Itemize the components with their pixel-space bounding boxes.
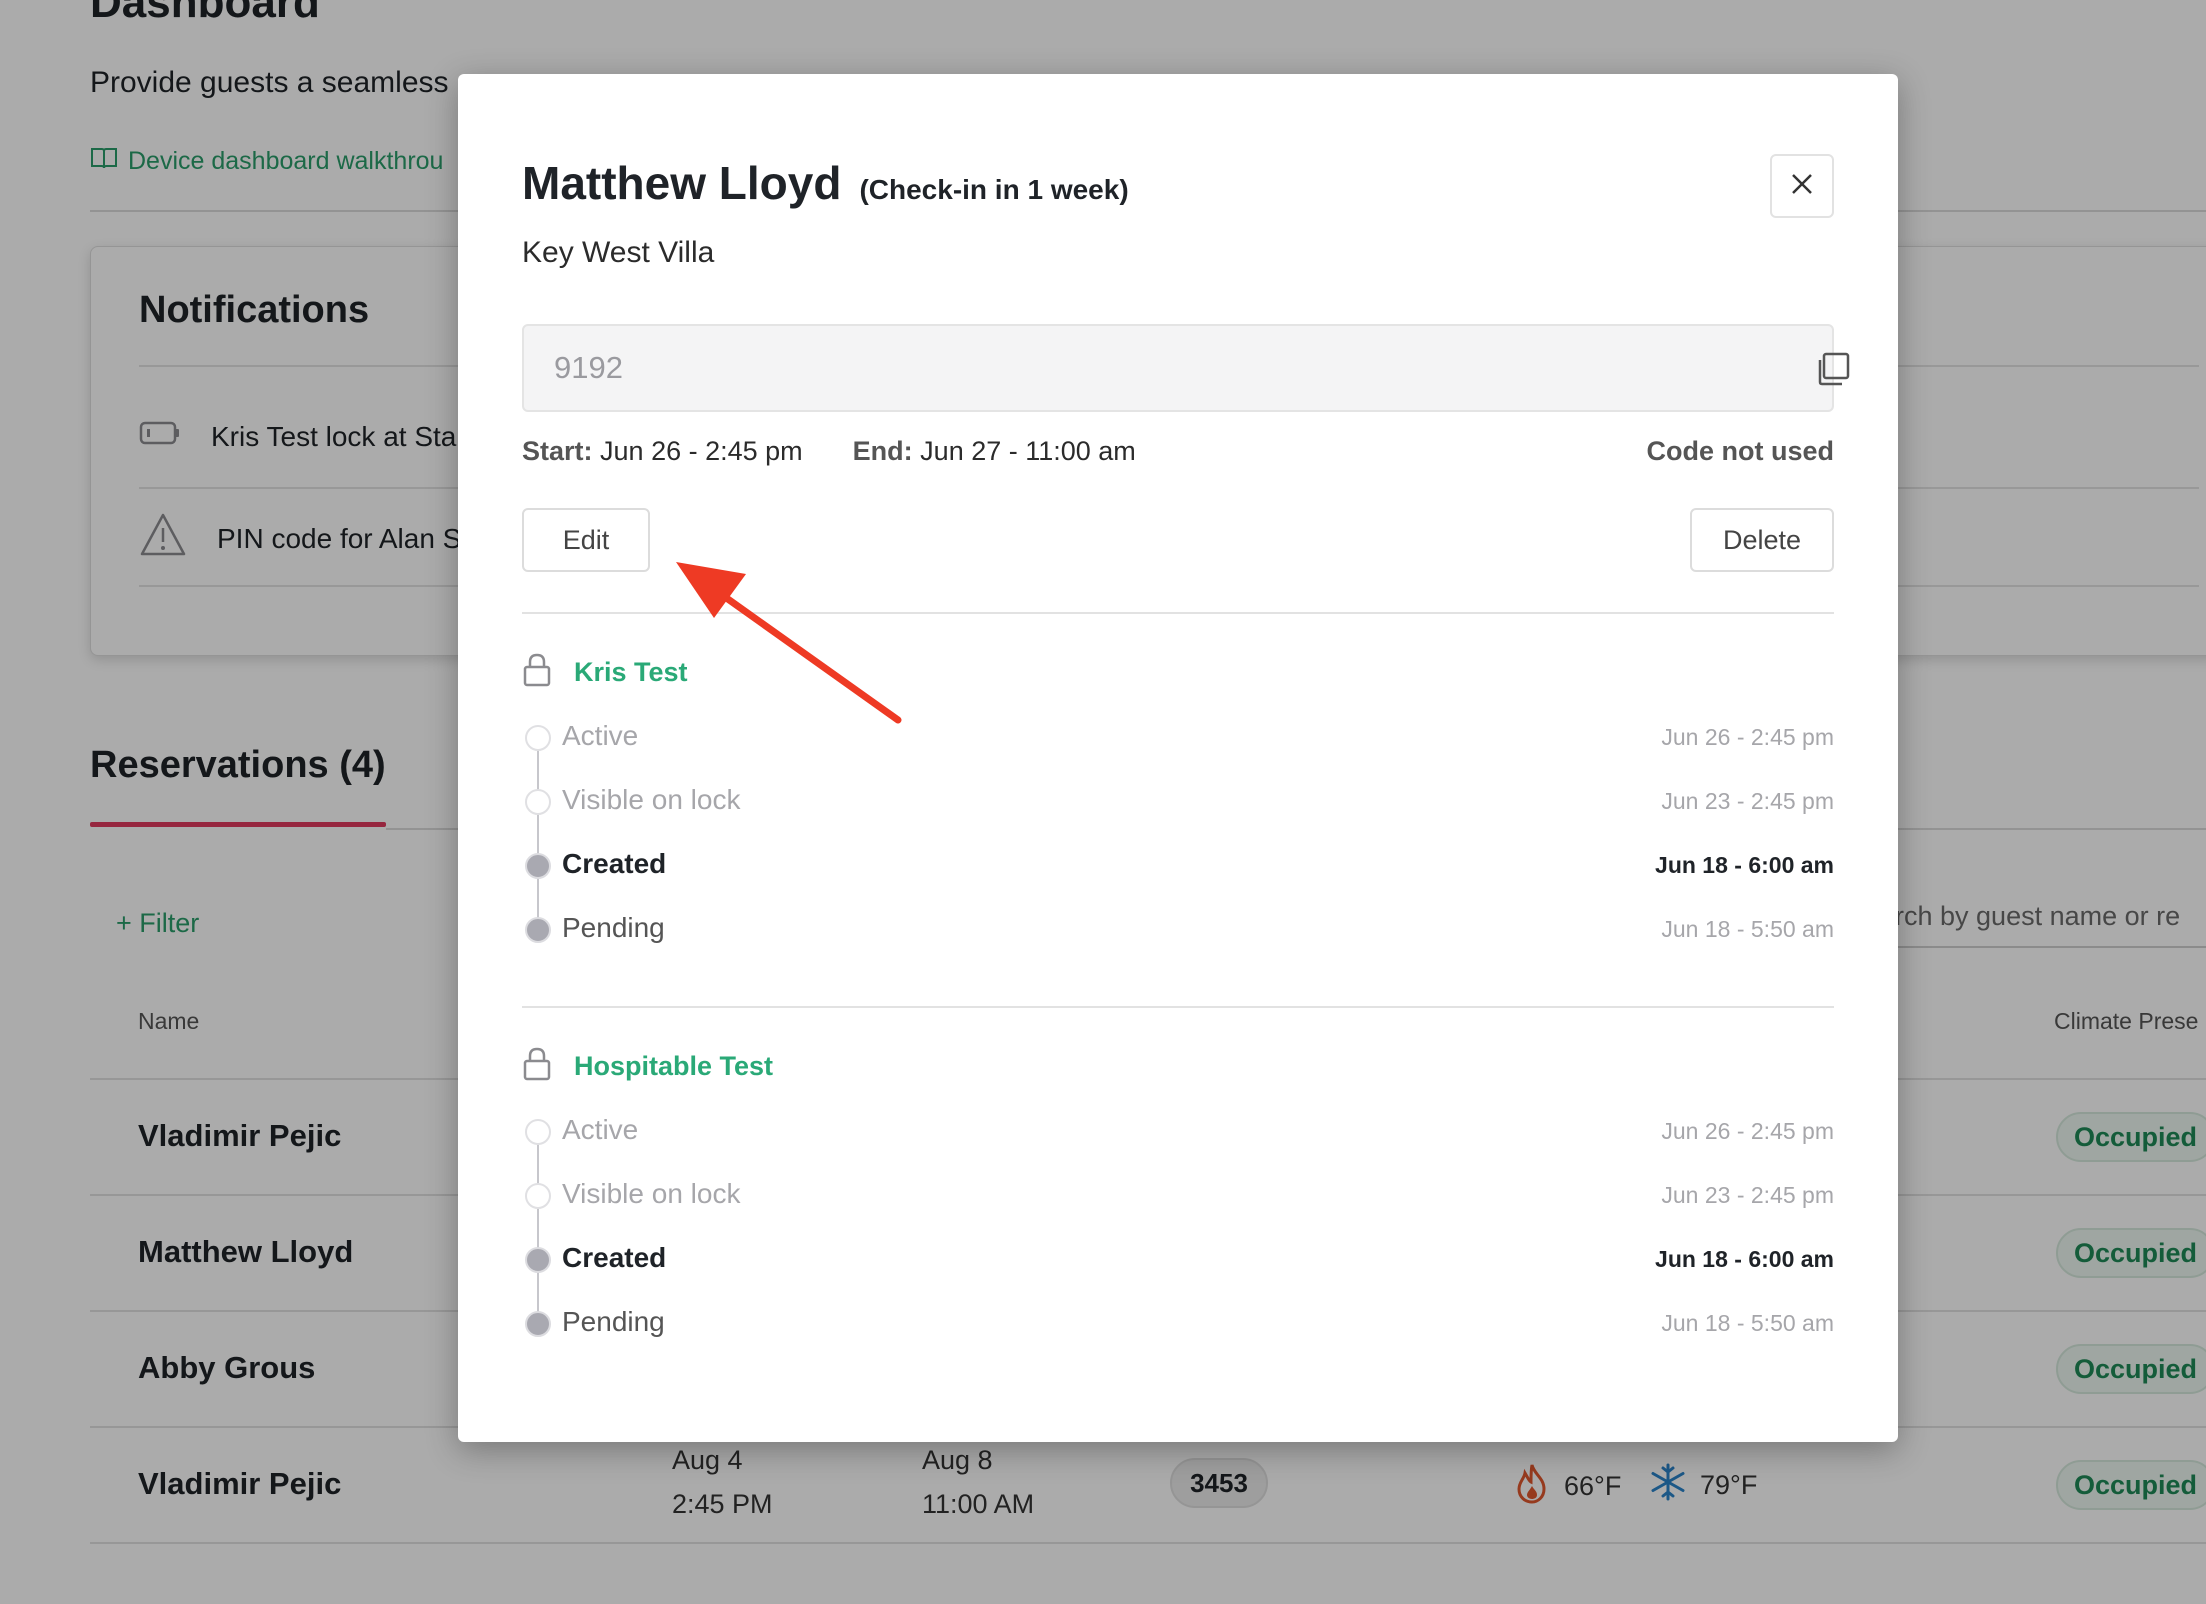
event-time: Jun 26 - 2:45 pm	[1661, 1118, 1834, 1144]
end-label: End:	[852, 436, 913, 466]
edit-button[interactable]: Edit	[522, 508, 650, 572]
reservation-modal: Matthew Lloyd (Check-in in 1 week) Key W…	[458, 74, 1898, 1442]
timeline-line	[537, 1132, 539, 1328]
event-time: Jun 18 - 5:50 am	[1661, 1310, 1834, 1336]
start-label: Start:	[522, 436, 593, 466]
end-value: Jun 27 - 11:00 am	[920, 436, 1136, 466]
modal-title: Matthew Lloyd (Check-in in 1 week)	[522, 156, 1129, 210]
lock-name[interactable]: Kris Test	[574, 657, 688, 688]
start-value: Jun 26 - 2:45 pm	[600, 436, 803, 466]
lock-icon	[522, 1046, 552, 1087]
end-time: End: Jun 27 - 11:00 am	[853, 436, 1136, 467]
event-time: Jun 18 - 6:00 am	[1655, 852, 1834, 878]
copy-icon[interactable]	[1812, 348, 1854, 390]
event-label: Visible on lock	[562, 1178, 741, 1209]
event-label: Pending	[562, 1306, 665, 1337]
timeline-dot	[525, 1119, 551, 1145]
timeline-dot	[525, 1247, 551, 1273]
divider	[522, 1006, 1834, 1008]
access-code-value: 9192	[554, 350, 623, 385]
code-status: Code not used	[1646, 436, 1835, 466]
timeline-dot	[525, 725, 551, 751]
divider	[522, 612, 1834, 614]
delete-button[interactable]: Delete	[1690, 508, 1834, 572]
event-time: Jun 26 - 2:45 pm	[1661, 724, 1834, 750]
event-label: Created	[562, 848, 667, 879]
start-time: Start: Jun 26 - 2:45 pm	[522, 436, 803, 467]
event-time: Jun 18 - 6:00 am	[1655, 1246, 1834, 1272]
access-code-field[interactable]: 9192	[522, 324, 1850, 412]
event-label: Visible on lock	[562, 784, 741, 815]
lock-name[interactable]: Hospitable Test	[574, 1051, 773, 1082]
code-validity: Start: Jun 26 - 2:45 pm End: Jun 27 - 11…	[522, 436, 1136, 467]
property-name: Key West Villa	[522, 236, 715, 269]
timeline-dot	[525, 789, 551, 815]
timeline-dot	[525, 917, 551, 943]
event-label: Active	[562, 720, 639, 751]
event-label: Pending	[562, 912, 665, 943]
timeline-dot	[525, 1311, 551, 1337]
lock-header: Kris Test	[522, 652, 688, 693]
lock-header: Hospitable Test	[522, 1046, 773, 1087]
timeline-line	[537, 738, 539, 934]
event-label: Active	[562, 1114, 639, 1145]
lock-icon	[522, 652, 552, 693]
guest-name: Matthew Lloyd	[522, 157, 842, 209]
checkin-note: (Check-in in 1 week)	[859, 174, 1129, 205]
close-icon	[1789, 171, 1815, 202]
event-time: Jun 23 - 2:45 pm	[1661, 788, 1834, 814]
event-label: Created	[562, 1242, 667, 1273]
event-time: Jun 18 - 5:50 am	[1661, 916, 1834, 942]
close-button[interactable]	[1770, 154, 1834, 218]
event-time: Jun 23 - 2:45 pm	[1661, 1182, 1834, 1208]
timeline-dot	[525, 1183, 551, 1209]
timeline-dot	[525, 853, 551, 879]
